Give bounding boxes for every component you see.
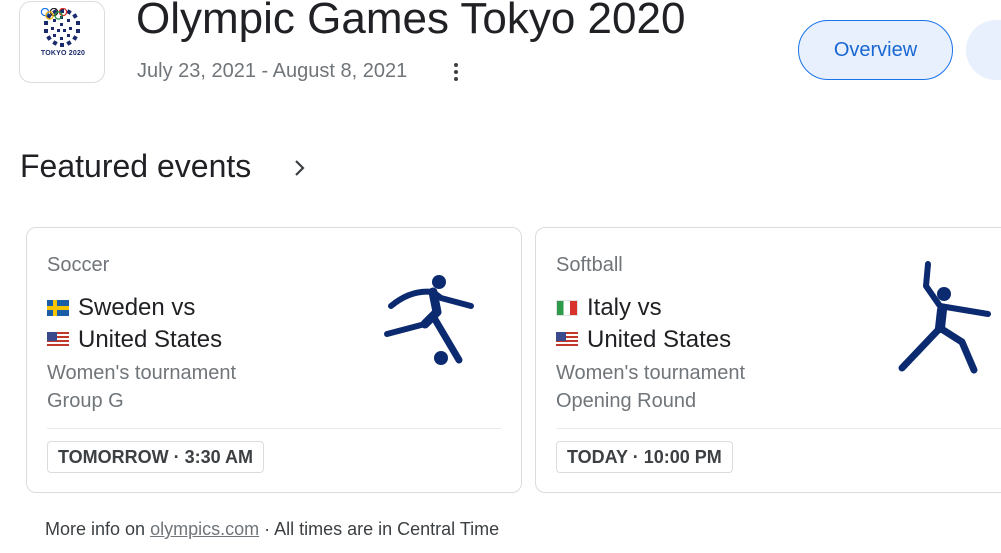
event-description: Women's tournament bbox=[556, 362, 746, 384]
olympic-rings-icon bbox=[40, 8, 68, 20]
featured-events-title[interactable]: Featured events bbox=[20, 148, 251, 185]
page-title: Olympic Games Tokyo 2020 bbox=[136, 0, 686, 43]
event-round: Group G bbox=[47, 390, 124, 412]
tab-next[interactable] bbox=[966, 20, 1001, 80]
team-name: United States bbox=[587, 326, 732, 353]
event-time-badge: TODAY · 10:00 PM bbox=[556, 441, 733, 473]
team-row: United States bbox=[556, 326, 731, 354]
team-name: Italy vs bbox=[587, 294, 662, 321]
us-flag-icon bbox=[47, 332, 69, 348]
event-card-soccer[interactable]: Soccer Sweden vs United States Women's t… bbox=[26, 227, 522, 493]
olympics-link[interactable]: olympics.com bbox=[150, 519, 259, 539]
event-sport: Soccer bbox=[47, 254, 110, 276]
team-name: United States bbox=[78, 326, 223, 353]
footer-suffix: · All times are in Central Time bbox=[259, 519, 500, 539]
divider bbox=[47, 428, 501, 429]
italy-flag-icon bbox=[556, 300, 578, 316]
team-row: Sweden vs bbox=[47, 294, 195, 322]
soccer-pictogram-icon bbox=[384, 275, 474, 365]
event-dates: July 23, 2021 - August 8, 2021 bbox=[137, 60, 408, 82]
chevron-right-icon[interactable] bbox=[292, 157, 308, 179]
us-flag-icon bbox=[556, 332, 578, 348]
tab-overview-label: Overview bbox=[833, 38, 918, 61]
olympics-logo[interactable]: TOKYO 2020 bbox=[19, 1, 105, 83]
event-card-softball[interactable]: Softball Italy vs United States Women's … bbox=[535, 227, 1001, 493]
event-round: Opening Round bbox=[556, 390, 697, 412]
footer-note: More info on olympics.com · All times ar… bbox=[45, 519, 499, 540]
team-row: Italy vs bbox=[556, 294, 662, 322]
event-time-badge: TOMORROW · 3:30 AM bbox=[47, 441, 265, 473]
divider bbox=[556, 428, 1001, 429]
team-name: Sweden vs bbox=[78, 294, 196, 321]
event-description: Women's tournament bbox=[47, 362, 237, 384]
softball-pictogram-icon bbox=[898, 261, 991, 374]
tab-overview[interactable]: Overview bbox=[798, 20, 953, 80]
more-vert-icon[interactable] bbox=[446, 60, 466, 84]
logo-text: TOKYO 2020 bbox=[40, 50, 86, 57]
sweden-flag-icon bbox=[47, 300, 69, 316]
footer-prefix: More info on bbox=[45, 519, 151, 539]
event-sport: Softball bbox=[556, 254, 623, 276]
team-row: United States bbox=[47, 326, 222, 354]
